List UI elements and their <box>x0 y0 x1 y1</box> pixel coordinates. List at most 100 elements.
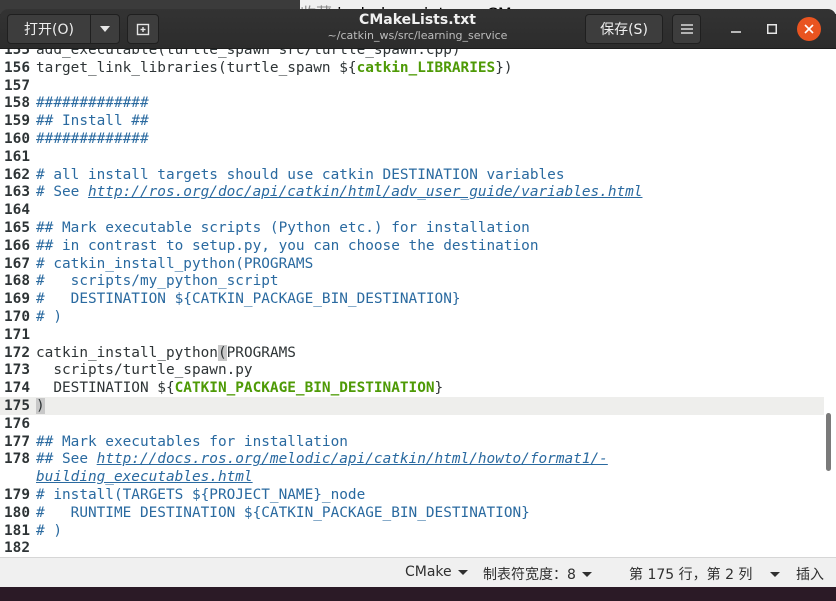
chevron-down-icon <box>100 26 110 32</box>
hamburger-menu-button[interactable] <box>672 14 701 44</box>
code-line[interactable]: 160 ############# <box>0 130 824 148</box>
code-line[interactable]: 182 <box>0 539 824 557</box>
line-number: 182 <box>4 540 30 557</box>
code-plain: }) <box>495 59 513 76</box>
code-text: ## Install ## <box>36 112 149 130</box>
code-comment: # all install targets should use catkin … <box>36 166 565 183</box>
code-line[interactable]: building_executables.html <box>0 468 824 486</box>
save-button-label: 保存(S) <box>600 22 648 38</box>
code-line[interactable]: 157 <box>0 77 824 95</box>
code-line[interactable]: 161 <box>0 148 824 166</box>
code-line[interactable]: 169 # DESTINATION ${CATKIN_PACKAGE_BIN_DE… <box>0 290 824 308</box>
code-line[interactable]: 177 ## Mark executables for installation <box>0 433 824 451</box>
code-comment: # install(TARGETS ${PROJECT_NAME}_node <box>36 487 366 503</box>
line-number: 170 <box>4 309 30 325</box>
code-comment: # ) <box>36 522 62 539</box>
code-text: catkin_install_python(PROGRAMS <box>36 344 296 362</box>
code-plain: scripts/turtle_spawn.py <box>36 362 253 379</box>
line-number: 171 <box>4 326 30 343</box>
code-line[interactable]: 179 # install(TARGETS ${PROJECT_NAME}_nod… <box>0 486 824 504</box>
code-url: building_executables.html <box>36 469 253 486</box>
code-line[interactable]: 173 scripts/turtle_spawn.py <box>0 361 824 379</box>
code-plain: catkin_install_python <box>36 344 218 361</box>
code-line[interactable]: 178 ## See http://docs.ros.org/melodic/ap… <box>0 450 824 468</box>
code-text: # catkin_install_python(PROGRAMS <box>36 255 313 273</box>
tab-width-selector[interactable]: 制表符宽度：8 <box>483 564 592 584</box>
code-comment: # scripts/my_python_script <box>36 273 279 290</box>
line-number: 166 <box>4 237 30 254</box>
code-line[interactable]: 172 catkin_install_python(PROGRAMS <box>0 344 824 362</box>
code-line[interactable]: 171 <box>0 326 824 344</box>
code-line[interactable]: 165 ## Mark executable scripts (Python et… <box>0 219 824 237</box>
code-line[interactable]: 159 ## Install ## <box>0 112 824 130</box>
line-number: 155 <box>4 49 30 58</box>
code-text: ## Mark executables for installation <box>36 433 348 451</box>
insert-mode-indicator[interactable]: 插入 <box>796 564 824 584</box>
line-number: 175 <box>4 398 30 414</box>
chevron-down-icon <box>770 571 781 577</box>
line-number: 156 <box>4 59 30 76</box>
code-editor[interactable]: 155 add_executable(turtle_spawn src/turtl… <box>0 49 836 557</box>
tab-width-label: 制表符宽度：8 <box>483 567 576 583</box>
line-number: 178 <box>4 451 30 468</box>
cursor-position-selector[interactable]: 第 175 行，第 2 列 <box>629 564 781 584</box>
code-text: ) <box>36 397 45 415</box>
minimize-button[interactable] <box>724 17 748 41</box>
line-number: 174 <box>4 380 30 397</box>
code-line[interactable]: 174 DESTINATION ${CATKIN_PACKAGE_BIN_DES… <box>0 379 824 397</box>
code-plain: } <box>434 380 444 397</box>
code-variable: CATKIN_PACKAGE_BIN_DESTINATION <box>174 380 435 397</box>
code-plain: target_link_libraries(turtle_spawn ${ <box>36 59 357 76</box>
code-line[interactable]: 168 # scripts/my_python_script <box>0 272 824 290</box>
cursor-position-label: 第 175 行，第 2 列 <box>629 567 753 583</box>
line-number: 157 <box>4 77 30 94</box>
new-tab-button[interactable] <box>127 14 159 44</box>
code-line[interactable]: 167 # catkin_install_python(PROGRAMS <box>0 255 824 273</box>
line-number: 165 <box>4 220 30 236</box>
window-title-block: CMakeLists.txt ~/catkin_ws/src/learning_… <box>240 11 595 43</box>
language-label: CMake <box>405 564 452 580</box>
code-variable: catkin_LIBRARIES <box>356 59 496 76</box>
code-comment: ## Install ## <box>36 113 149 130</box>
code-text: ############# <box>36 130 149 148</box>
code-line[interactable]: 170 # ) <box>0 308 824 326</box>
code-line[interactable]: 163 # See http://ros.org/doc/api/catkin/h… <box>0 183 824 201</box>
hamburger-icon <box>680 24 693 34</box>
new-tab-icon <box>136 23 150 36</box>
line-number: 179 <box>4 487 30 503</box>
code-line[interactable]: 155 add_executable(turtle_spawn src/turtl… <box>0 49 824 59</box>
code-text: # RUNTIME DESTINATION ${CATKIN_PACKAGE_B… <box>36 504 530 522</box>
code-line[interactable]: 176 <box>0 415 824 433</box>
line-number: 164 <box>4 202 30 219</box>
code-comment: ## Mark executable scripts (Python etc.)… <box>36 220 530 236</box>
code-line[interactable]: 175) <box>0 397 824 415</box>
close-icon <box>804 24 814 34</box>
code-line[interactable]: 162 # all install targets should use catk… <box>0 166 824 184</box>
code-comment: # ) <box>36 309 62 325</box>
open-button[interactable]: 打开(O) <box>7 14 91 44</box>
line-number: 167 <box>4 255 30 272</box>
code-text: # scripts/my_python_script <box>36 272 279 290</box>
desktop-bottom-edge <box>0 587 836 601</box>
code-line[interactable]: 180 # RUNTIME DESTINATION ${CATKIN_PACKAG… <box>0 504 824 522</box>
vertical-scrollbar[interactable] <box>826 413 831 471</box>
code-line[interactable]: 158 ############# <box>0 94 824 112</box>
line-number: 177 <box>4 433 30 450</box>
header-bar: 打开(O) CMakeLists.txt ~/catkin_ws/src/lea… <box>0 9 836 49</box>
code-line[interactable]: 181 # ) <box>0 522 824 540</box>
code-text: # See http://ros.org/doc/api/catkin/html… <box>36 183 642 201</box>
line-number: 159 <box>4 113 30 130</box>
matched-bracket: ( <box>217 344 227 361</box>
code-text: # ) <box>36 308 62 326</box>
language-selector[interactable]: CMake <box>405 564 468 580</box>
insert-mode-label: 插入 <box>796 567 824 583</box>
code-line[interactable]: 164 <box>0 201 824 219</box>
code-line[interactable]: 166 ## in contrast to setup.py, you can c… <box>0 237 824 255</box>
chevron-down-icon <box>457 569 468 575</box>
maximize-button[interactable] <box>760 17 784 41</box>
close-button[interactable] <box>797 17 821 41</box>
save-button[interactable]: 保存(S) <box>585 14 663 44</box>
open-menu-button[interactable] <box>90 14 120 44</box>
code-line[interactable]: 156 target_link_libraries(turtle_spawn ${… <box>0 59 824 77</box>
open-button-label: 打开(O) <box>24 22 74 38</box>
